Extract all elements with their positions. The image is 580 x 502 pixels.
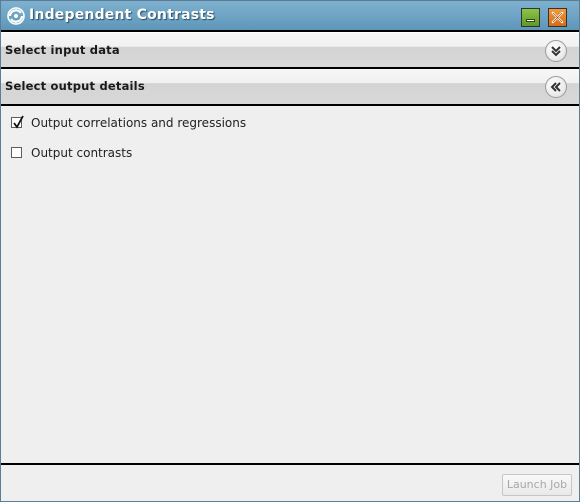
section-select-output-details[interactable]: Select output details: [1, 69, 579, 106]
minimize-icon[interactable]: [521, 8, 540, 27]
section-title-output-details: Select output details: [5, 79, 145, 93]
close-icon[interactable]: [548, 8, 567, 27]
chevron-double-left-icon[interactable]: [545, 76, 567, 98]
title-bar[interactable]: Independent Contrasts: [1, 1, 579, 32]
output-details-panel: Output correlations and regressions Outp…: [1, 106, 579, 463]
output-correlations-label[interactable]: Output correlations and regressions: [31, 116, 246, 130]
section-select-input-data[interactable]: Select input data: [1, 32, 579, 69]
section-title-input-data: Select input data: [5, 43, 120, 57]
window-title: Independent Contrasts: [29, 7, 215, 23]
independent-contrasts-window: Independent Contrasts Select input data …: [0, 0, 580, 502]
window-footer: Launch Job: [1, 463, 579, 501]
chevron-double-down-icon[interactable]: [545, 40, 567, 62]
app-swirl-icon: [6, 6, 26, 26]
output-contrasts-label[interactable]: Output contrasts: [31, 146, 132, 160]
output-correlations-checkbox[interactable]: [11, 115, 24, 129]
output-contrasts-checkbox[interactable]: [11, 147, 22, 158]
launch-job-button[interactable]: Launch Job: [502, 474, 572, 496]
